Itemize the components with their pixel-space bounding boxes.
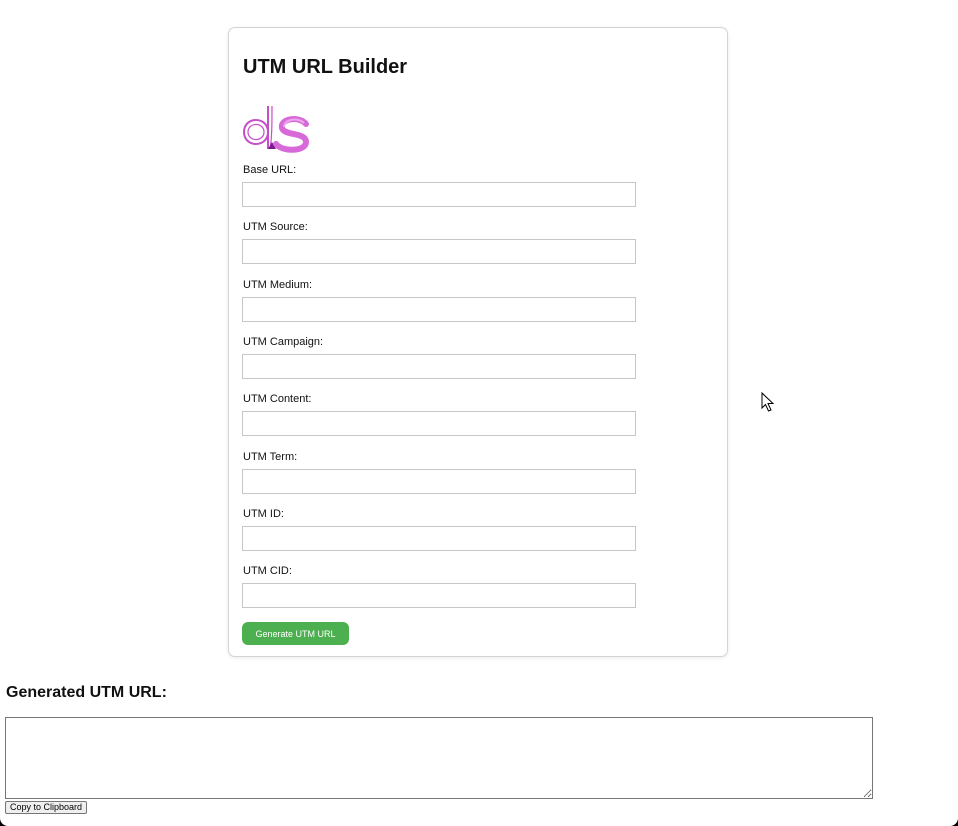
- base-url-input[interactable]: [242, 182, 636, 207]
- utm-medium-input[interactable]: [242, 297, 636, 322]
- mouse-pointer-icon: [761, 392, 775, 412]
- utm-campaign-input[interactable]: [242, 354, 636, 379]
- utm-source-input[interactable]: [242, 239, 636, 264]
- utm-content-input[interactable]: [242, 411, 636, 436]
- utm-term-input[interactable]: [242, 469, 636, 494]
- copy-to-clipboard-button[interactable]: Copy to Clipboard: [5, 801, 88, 814]
- utm-cid-label: UTM CID:: [243, 565, 292, 577]
- page-title: UTM URL Builder: [243, 56, 408, 78]
- utm-content-label: UTM Content:: [243, 393, 312, 405]
- utm-cid-input[interactable]: [242, 583, 636, 608]
- utm-medium-label: UTM Medium:: [243, 279, 313, 291]
- generated-url-heading: Generated UTM URL:: [6, 684, 167, 701]
- utm-builder-card: UTM URL Builder Base URL: UTM Source: UTM …: [228, 27, 728, 657]
- generate-utm-url-button[interactable]: Generate UTM URL: [242, 622, 349, 645]
- utm-id-label: UTM ID:: [243, 508, 284, 520]
- ds-logo-icon: [242, 105, 310, 153]
- utm-id-input[interactable]: [242, 526, 636, 551]
- utm-term-label: UTM Term:: [243, 451, 298, 463]
- utm-campaign-label: UTM Campaign:: [243, 336, 324, 348]
- utm-source-label: UTM Source:: [243, 221, 308, 233]
- generated-url-output[interactable]: [5, 717, 873, 799]
- base-url-label: Base URL:: [243, 164, 297, 176]
- window-corner-left: [0, 818, 8, 826]
- window-corner-right: [950, 818, 958, 826]
